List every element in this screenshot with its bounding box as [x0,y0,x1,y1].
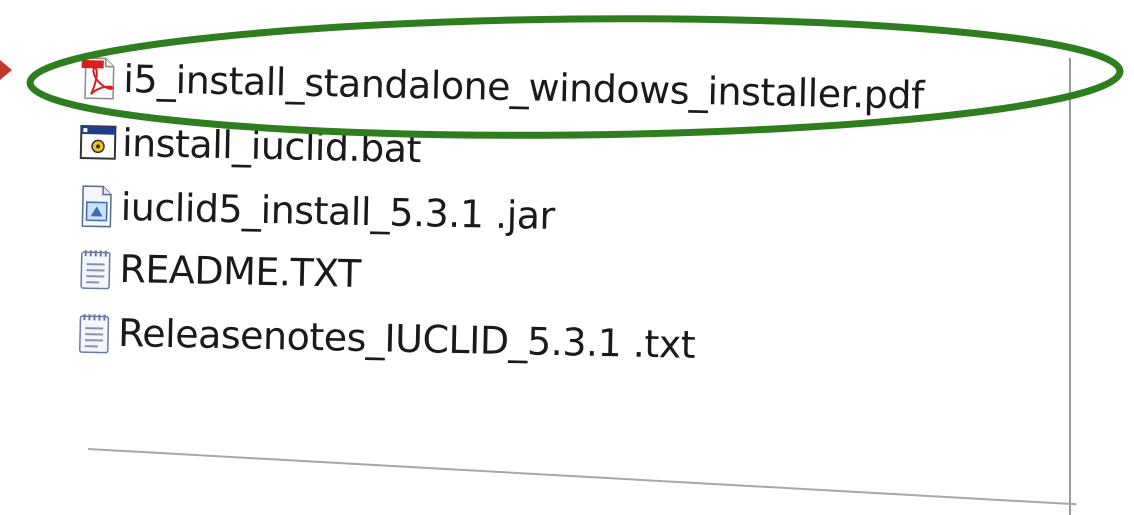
file-item-pdf[interactable]: i5_install_standalone_windows_installer.… [79,52,925,122]
file-name: Releasenotes_IUCLID_5.3.1 .txt [117,310,696,367]
panel-right-border [1069,58,1071,515]
text-file-icon [74,310,115,355]
file-list: i5_install_standalone_windows_installer.… [79,52,1040,367]
file-item-readme[interactable]: README.TXT [75,242,361,300]
arrow-tip [0,60,12,80]
batch-file-icon [78,120,119,165]
jar-file-icon [76,184,117,229]
panel-bottom-border [87,448,1077,506]
file-explorer-panel: i5_install_standalone_windows_installer.… [0,0,1134,515]
file-item-bat[interactable]: install_iuclid.bat [78,116,422,175]
file-name: iuclid5_install_5.3.1 .jar [120,184,556,238]
file-name: i5_install_standalone_windows_installer.… [122,56,925,118]
file-name: install_iuclid.bat [121,120,422,172]
file-item-jar[interactable]: iuclid5_install_5.3.1 .jar [76,180,555,242]
pdf-icon [79,56,120,101]
file-name: README.TXT [119,246,362,296]
text-file-icon [75,246,116,291]
file-item-releasenotes[interactable]: Releasenotes_IUCLID_5.3.1 .txt [74,306,696,371]
